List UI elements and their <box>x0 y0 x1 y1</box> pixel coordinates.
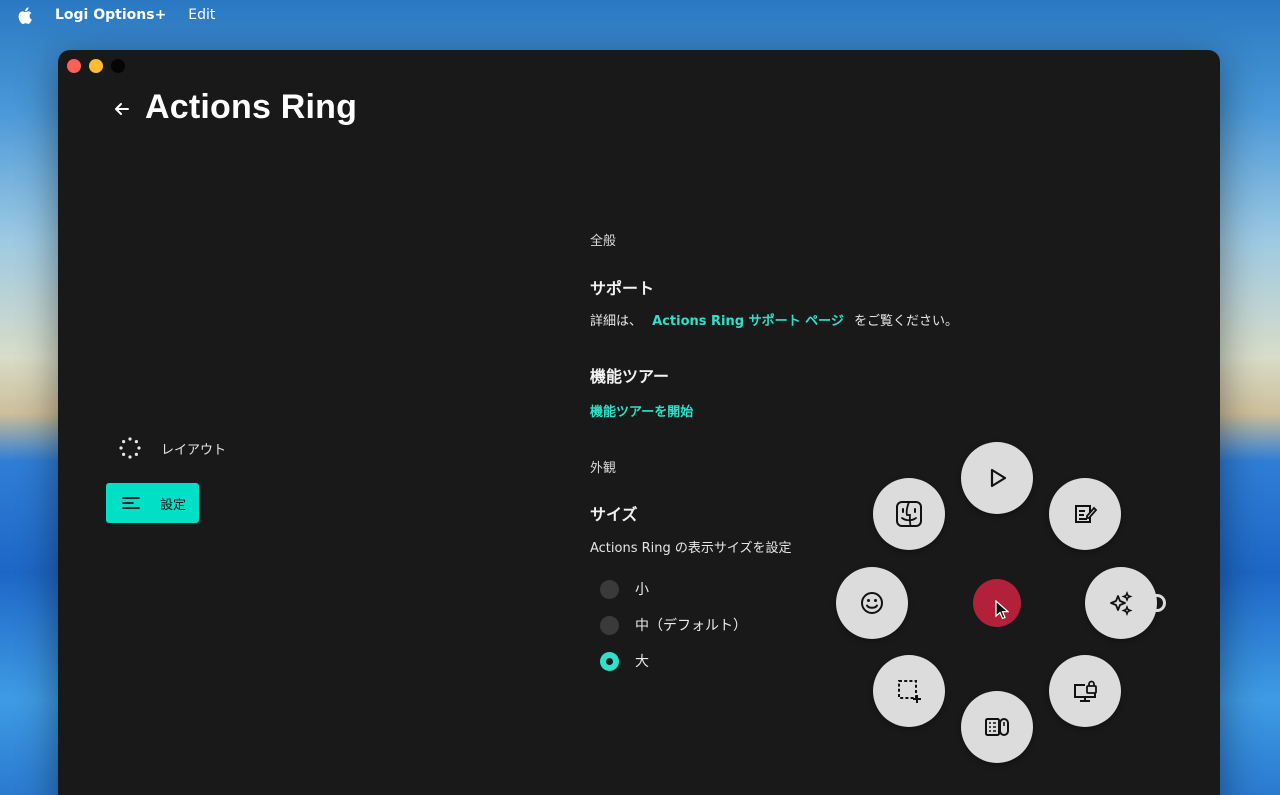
dotted-circle-icon <box>119 437 141 459</box>
back-button[interactable] <box>112 99 132 119</box>
ring-devices-button[interactable] <box>961 691 1033 763</box>
appearance-heading: 外観 <box>590 461 617 476</box>
support-heading: サポート <box>590 279 655 298</box>
support-page-link[interactable]: Actions Ring サポート ページ <box>652 314 844 329</box>
ring-screenshot-button[interactable] <box>873 655 945 727</box>
screenshot-icon <box>898 680 921 703</box>
ring-ai-button[interactable] <box>1085 567 1157 639</box>
sidebar-item-layout[interactable]: レイアウト <box>106 430 236 466</box>
start-tour-link[interactable]: 機能ツアーを開始 <box>590 401 693 420</box>
fullscreen-window-button[interactable] <box>111 59 125 73</box>
ring-finder-button[interactable] <box>873 478 945 550</box>
size-option-label: 大 <box>635 654 649 670</box>
radio-button-selected[interactable] <box>600 651 619 671</box>
size-option-small[interactable]: 小 <box>600 579 649 599</box>
mouse-pointer-icon <box>995 600 1009 620</box>
size-option-medium[interactable]: 中（デフォルト） <box>600 615 747 635</box>
page-title: Actions Ring <box>145 88 358 126</box>
size-option-label: 小 <box>635 582 649 598</box>
ring-screen-lock-button[interactable] <box>1049 655 1121 727</box>
support-text: 詳細は、 Actions Ring サポート ページ をご覧ください。 <box>590 310 958 329</box>
window-controls <box>67 59 125 73</box>
finder-icon <box>896 501 922 527</box>
notes-icon <box>1075 505 1098 523</box>
close-window-button[interactable] <box>67 59 81 73</box>
edit-menu[interactable]: Edit <box>188 7 215 23</box>
apple-icon[interactable] <box>18 5 36 25</box>
ring-emoji-button[interactable] <box>836 567 908 639</box>
support-text-before: 詳細は、 <box>590 314 643 329</box>
tour-heading: 機能ツアー <box>590 367 670 386</box>
ring-play-button[interactable] <box>961 442 1033 514</box>
radio-button[interactable] <box>600 579 619 599</box>
size-description: Actions Ring の表示サイズを設定 <box>590 541 792 556</box>
sidebar-item-label: 設定 <box>160 497 187 513</box>
settings-lines-icon <box>122 497 140 509</box>
ring-notes-button[interactable] <box>1049 478 1121 550</box>
ai-sparkle-icon <box>1110 590 1133 617</box>
app-window: Actions Ring レイアウト 設定 全般 サポート 詳細は、 Actio… <box>58 50 1220 795</box>
screen-lock-icon <box>1074 680 1097 702</box>
menu-bar: Logi Options+ Edit <box>0 0 1280 30</box>
sidebar-item-label: レイアウト <box>161 442 227 458</box>
size-option-large[interactable]: 大 <box>600 651 649 671</box>
sidebar-item-settings[interactable]: 設定 <box>106 483 199 523</box>
support-text-after: をご覧ください。 <box>854 314 959 329</box>
general-heading: 全般 <box>590 234 617 249</box>
app-name-menu[interactable]: Logi Options+ <box>55 7 166 23</box>
size-option-label: 中（デフォルト） <box>635 618 747 634</box>
keyboard-mouse-icon <box>985 718 1009 736</box>
arrow-left-icon <box>115 103 129 115</box>
radio-button[interactable] <box>600 615 619 635</box>
emoji-icon <box>861 592 883 614</box>
minimize-window-button[interactable] <box>89 59 103 73</box>
play-icon <box>990 468 1007 488</box>
size-heading: サイズ <box>590 505 638 524</box>
